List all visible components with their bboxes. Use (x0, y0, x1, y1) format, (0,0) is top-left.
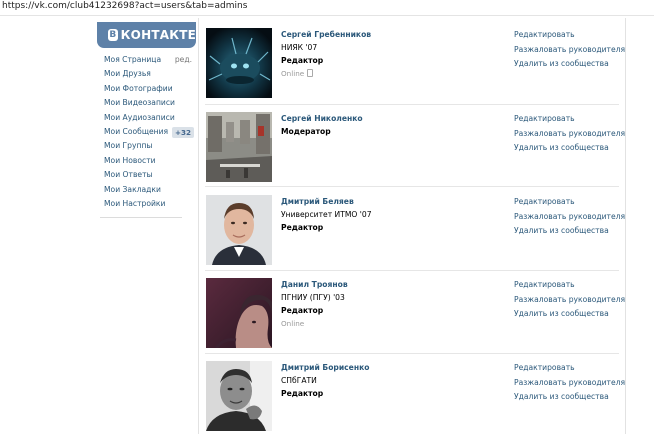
edit-admin-link[interactable]: Редактировать (514, 28, 634, 43)
avatar[interactable] (206, 195, 272, 265)
sidebar-item-friends[interactable]: Мои Друзья (104, 67, 192, 81)
edit-admin-link[interactable]: Редактировать (514, 278, 634, 293)
demote-admin-link[interactable]: Разжаловать руководителя (514, 293, 634, 308)
avatar[interactable] (206, 28, 272, 98)
admin-name-link[interactable]: Сергей Николенко (281, 112, 481, 125)
row-divider (205, 186, 619, 187)
demote-admin-link[interactable]: Разжаловать руководителя (514, 376, 634, 391)
mobile-phone-icon (307, 69, 314, 77)
sidebar-item-label: Мои Ответы (104, 170, 153, 180)
edit-admin-link[interactable]: Редактировать (514, 361, 634, 376)
vk-logo-text: КОНТАКТЕ (120, 28, 196, 42)
admin-role: Редактор (281, 56, 324, 65)
avatar-image (206, 28, 272, 98)
admin-name-link[interactable]: Данил Троянов (281, 278, 481, 291)
sidebar-divider (100, 217, 182, 218)
sidebar-item-messages[interactable]: Мои Сообщения +32 (104, 125, 194, 139)
admin-row: Дмитрий Беляев Университет ИТМО '07 Реда… (199, 195, 625, 278)
sidebar-item-groups[interactable]: Мои Группы (104, 139, 192, 153)
sidebar-item-label: Мои Друзья (104, 69, 151, 79)
sidebar-item-bookmarks[interactable]: Мои Закладки (104, 183, 192, 197)
sidebar-item-label: Мои Новости (104, 155, 156, 165)
sidebar-item-label: Мои Настройки (104, 198, 166, 208)
address-bar[interactable]: https://vk.com/club41232698?act=users&ta… (0, 0, 654, 16)
vk-logo-icon: B (108, 29, 118, 41)
sidebar-item-settings[interactable]: Мои Настройки (104, 197, 192, 211)
messages-count-badge: +32 (171, 126, 194, 138)
sidebar-item-answers[interactable]: Мои Ответы (104, 168, 192, 182)
admin-role: Редактор (281, 389, 324, 398)
admin-row: Дмитрий Борисенко СПбГАТИ Редактор Редак… (199, 361, 625, 444)
avatar-image (206, 112, 272, 182)
admin-name-link[interactable]: Сергей Гребенников (281, 28, 481, 41)
edit-page-link[interactable]: ред. (175, 53, 192, 67)
edit-admin-link[interactable]: Редактировать (514, 112, 634, 127)
address-url[interactable]: https://vk.com/club41232698?act=users&ta… (2, 1, 247, 11)
avatar[interactable] (206, 278, 272, 348)
sidebar-item-photos[interactable]: Мои Фотографии (104, 82, 192, 96)
online-label: Online (281, 69, 305, 78)
avatar-image (206, 195, 272, 265)
sidebar-item-audio[interactable]: Мои Аудиозаписи (104, 111, 192, 125)
admin-university: ПГНИУ (ПГУ) '03 (281, 293, 345, 302)
sidebar-item-label: Мои Фотографии (104, 83, 173, 93)
remove-from-community-link[interactable]: Удалить из сообщества (514, 307, 634, 322)
remove-from-community-link[interactable]: Удалить из сообщества (514, 390, 634, 405)
sidebar-menu: Моя Страница ред. Мои Друзья Мои Фотогра… (104, 53, 194, 211)
sidebar-item-label: Мои Видеозаписи (104, 98, 175, 108)
sidebar-item-label: Моя Страница (104, 55, 162, 64)
sidebar-item-label: Мои Аудиозаписи (104, 112, 175, 122)
avatar-image (206, 278, 272, 348)
row-divider (205, 104, 619, 105)
admin-role: Редактор (281, 223, 324, 232)
admin-university: СПбГАТИ (281, 376, 317, 385)
admin-university: Университет ИТМО '07 (281, 210, 372, 219)
remove-from-community-link[interactable]: Удалить из сообщества (514, 141, 634, 156)
admin-row: Сергей Гребенников НИЯК '07 Редактор Onl… (199, 28, 625, 111)
admin-role: Модератор (281, 127, 331, 136)
row-divider (205, 353, 619, 354)
sidebar-item-my-page[interactable]: Моя Страница ред. (104, 53, 192, 67)
avatar[interactable] (206, 112, 272, 182)
admin-role: Редактор (281, 306, 324, 315)
admin-row: Сергей Николенко Модератор Редактировать… (199, 112, 625, 195)
remove-from-community-link[interactable]: Удалить из сообщества (514, 57, 634, 72)
admin-name-link[interactable]: Дмитрий Беляев (281, 195, 481, 208)
admin-name-link[interactable]: Дмитрий Борисенко (281, 361, 481, 374)
sidebar-item-label: Мои Закладки (104, 184, 161, 194)
vk-logo[interactable]: B КОНТАКТЕ (97, 22, 196, 48)
remove-from-community-link[interactable]: Удалить из сообщества (514, 224, 634, 239)
sidebar-item-label: Мои Группы (104, 141, 153, 151)
demote-admin-link[interactable]: Разжаловать руководителя (514, 210, 634, 225)
admin-university: НИЯК '07 (281, 43, 318, 52)
row-divider (205, 270, 619, 271)
admin-row: Данил Троянов ПГНИУ (ПГУ) '03 Редактор O… (199, 278, 625, 361)
sidebar-item-label: Мои Сообщения (104, 126, 169, 136)
sidebar-item-news[interactable]: Мои Новости (104, 154, 192, 168)
demote-admin-link[interactable]: Разжаловать руководителя (514, 43, 634, 58)
edit-admin-link[interactable]: Редактировать (514, 195, 634, 210)
admin-online-status: Online (281, 67, 481, 80)
sidebar-item-videos[interactable]: Мои Видеозаписи (104, 96, 192, 110)
admin-online-status: Online (281, 319, 305, 328)
avatar[interactable] (206, 361, 272, 431)
demote-admin-link[interactable]: Разжаловать руководителя (514, 127, 634, 142)
avatar-image (206, 361, 272, 431)
